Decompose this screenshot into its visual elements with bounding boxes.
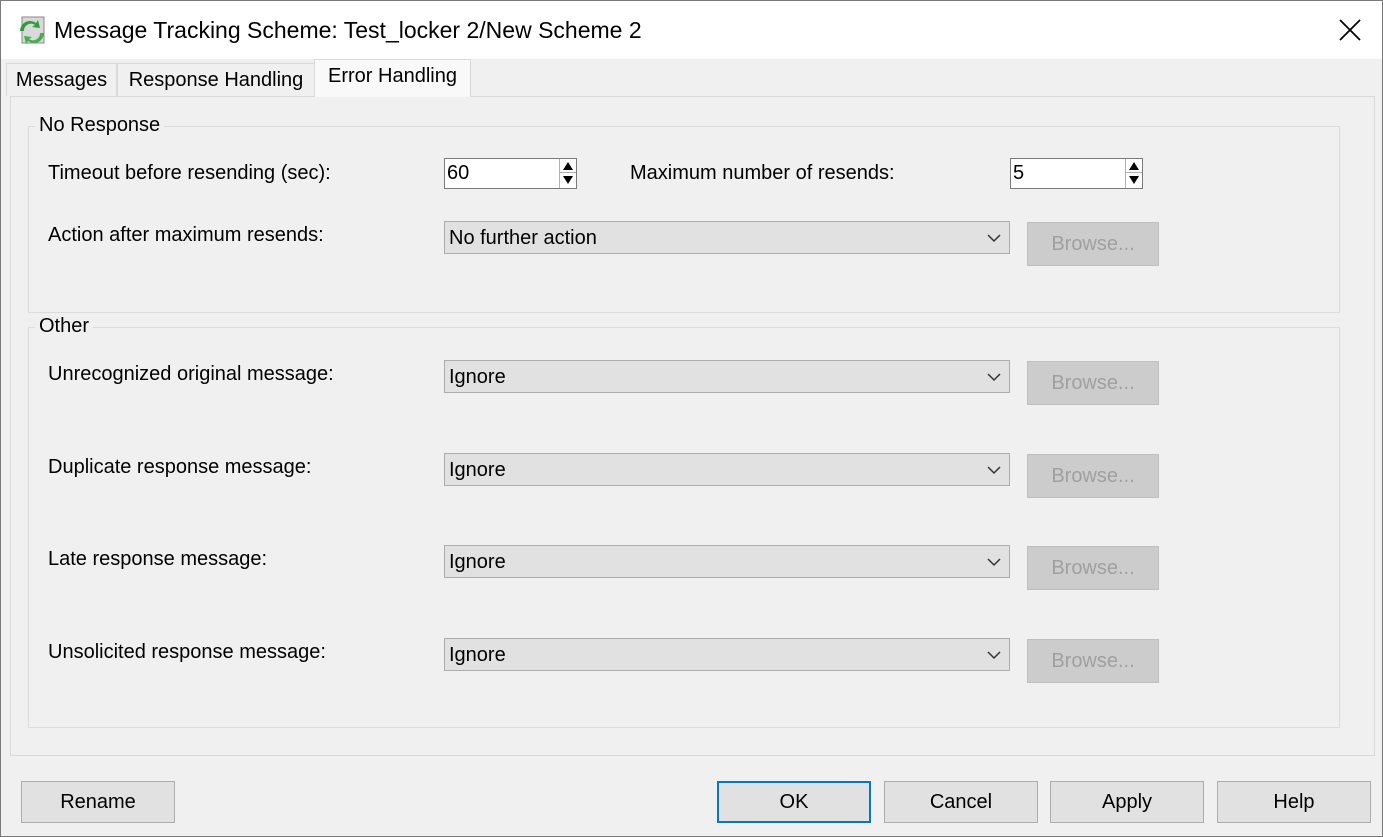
action-browse-button[interactable]: Browse...: [1027, 222, 1159, 266]
dropdown-value: Ignore: [449, 459, 506, 481]
spin-up-button[interactable]: [1126, 159, 1142, 173]
close-icon: [1339, 19, 1361, 41]
spin-down-button[interactable]: [560, 173, 576, 187]
unrecognized-original-label: Unrecognized original message:: [48, 363, 334, 385]
rename-button[interactable]: Rename: [21, 781, 175, 823]
unsolicited-browse-button[interactable]: Browse...: [1027, 639, 1159, 683]
duplicate-browse-button[interactable]: Browse...: [1027, 454, 1159, 498]
tab-response-handling[interactable]: Response Handling: [117, 63, 315, 96]
cancel-button[interactable]: Cancel: [884, 781, 1038, 823]
spin-buttons: [559, 159, 576, 188]
no-response-group-title: No Response: [35, 114, 165, 137]
late-response-label: Late response message:: [48, 548, 268, 570]
chevron-down-icon: [987, 234, 1001, 243]
chevron-down-icon: [987, 373, 1001, 382]
apply-button[interactable]: Apply: [1050, 781, 1204, 823]
duplicate-response-dropdown[interactable]: Ignore: [444, 453, 1010, 486]
tab-messages[interactable]: Messages: [6, 63, 117, 96]
action-after-resends-label: Action after maximum resends:: [48, 224, 324, 246]
dialog-window: Message Tracking Scheme: Test_locker 2/N…: [0, 0, 1383, 837]
max-resends-label: Maximum number of resends:: [630, 162, 895, 184]
chevron-down-icon: [987, 558, 1001, 567]
duplicate-response-label: Duplicate response message:: [48, 456, 312, 478]
close-button[interactable]: [1319, 1, 1381, 59]
triangle-down-icon: [563, 176, 573, 184]
arrows-refresh-app-icon: [20, 16, 45, 44]
dropdown-value: Ignore: [449, 366, 506, 388]
triangle-up-icon: [1129, 161, 1139, 170]
late-browse-button[interactable]: Browse...: [1027, 546, 1159, 590]
timeout-label: Timeout before resending (sec):: [48, 162, 331, 184]
unrecognized-original-dropdown[interactable]: Ignore: [444, 360, 1010, 393]
spin-buttons: [1125, 159, 1142, 188]
other-group-title: Other: [35, 315, 94, 338]
ok-button[interactable]: OK: [717, 781, 871, 823]
unsolicited-response-label: Unsolicited response message:: [48, 641, 326, 663]
triangle-down-icon: [1129, 176, 1139, 184]
late-response-dropdown[interactable]: Ignore: [444, 545, 1010, 578]
unsolicited-response-dropdown[interactable]: Ignore: [444, 638, 1010, 671]
triangle-up-icon: [563, 161, 573, 170]
spin-down-button[interactable]: [1126, 173, 1142, 187]
action-after-resends-dropdown[interactable]: No further action: [444, 221, 1010, 254]
tab-label: Error Handling: [328, 65, 457, 87]
chevron-down-icon: [987, 466, 1001, 475]
help-button[interactable]: Help: [1217, 781, 1371, 823]
tab-label: Messages: [15, 68, 108, 91]
tab-label: Response Handling: [128, 68, 304, 91]
max-resends-value: 5: [1013, 162, 1025, 184]
spin-up-button[interactable]: [560, 159, 576, 173]
timeout-value: 60: [447, 162, 470, 184]
no-response-group: [28, 126, 1340, 313]
unrecognized-browse-button[interactable]: Browse...: [1027, 361, 1159, 405]
title-bar[interactable]: Message Tracking Scheme: Test_locker 2/N…: [1, 1, 1382, 59]
window-title: Message Tracking Scheme: Test_locker 2/N…: [54, 17, 642, 43]
tab-error-handling[interactable]: Error Handling: [314, 59, 471, 97]
dropdown-value: Ignore: [449, 551, 506, 573]
timeout-spinbox[interactable]: 60: [444, 158, 577, 189]
max-resends-spinbox[interactable]: 5: [1010, 158, 1143, 189]
dropdown-value: No further action: [449, 227, 597, 249]
chevron-down-icon: [987, 651, 1001, 660]
dropdown-value: Ignore: [449, 644, 506, 666]
